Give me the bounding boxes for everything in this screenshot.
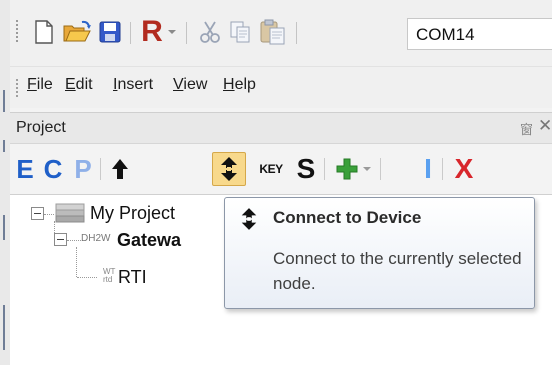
edge-mark [3,140,5,152]
main-toolbar: R COM14 [10,0,552,66]
edge-mark [3,90,5,112]
application-window: R COM14 File Edit Insert View Help Proje… [10,0,552,365]
menu-bar: File Edit Insert View Help [10,66,552,108]
floppy-disk-icon [99,21,121,43]
move-up-button[interactable] [106,152,134,186]
node-tag-line: rtd [103,275,113,284]
toolbar-grip[interactable] [16,20,18,44]
menu-help[interactable]: Help [223,76,256,94]
clipboard-icon [260,19,285,45]
new-file-button[interactable] [32,18,56,46]
pin-icon[interactable]: 窗 [520,119,533,138]
toolbar-separator [296,22,297,44]
c-button[interactable]: C [40,152,66,186]
panel-title: Project [16,119,66,136]
toolbar-separator [100,158,101,180]
r-button-label: R [141,15,163,48]
gateway-tag: DH2W [81,233,111,244]
node-tag: WT rtd [103,268,115,284]
arrow-up-icon [112,159,128,179]
paste-button [258,18,288,46]
p-button[interactable]: P [70,152,96,186]
edge-mark [3,305,5,350]
toolbar-separator [130,22,131,44]
connect-tooltip: Connect to Device Connect to the current… [224,197,535,309]
project-database-icon [54,202,86,228]
toolbar-separator [380,158,381,180]
tree-connector [44,214,54,215]
copy-button [226,18,254,46]
menu-view[interactable]: View [173,76,207,94]
tree-connector [76,247,77,277]
chevron-down-icon [363,167,371,171]
tree-item-gateway[interactable]: Gatewa [117,230,181,251]
chevron-down-icon [168,30,176,34]
tooltip-title: Connect to Device [273,208,422,227]
plus-icon [336,158,358,180]
cut-button [196,18,224,46]
key-button[interactable]: KEY [251,152,291,186]
add-button[interactable] [332,152,362,186]
delete-button[interactable]: X [450,152,478,186]
scissors-icon [200,21,220,43]
toolbar-separator [186,22,187,44]
toolbar-separator [442,158,443,180]
menu-edit[interactable]: Edit [65,76,93,94]
collapse-root-toggle[interactable] [31,207,44,220]
e-button[interactable]: E [12,152,38,186]
add-dropdown-button[interactable] [361,152,373,186]
connect-arrows-icon [221,157,237,181]
menu-insert[interactable]: Insert [113,76,153,94]
r-button[interactable]: R [140,15,164,48]
new-document-icon [35,20,53,44]
project-panel-header: Project 窗 ✕ [10,112,552,144]
tree-item-root[interactable]: My Project [90,203,175,224]
connect-arrows-icon [239,207,259,235]
menubar-grip[interactable] [16,79,18,97]
left-edge-strip [0,0,10,365]
tree-connector [77,277,97,278]
menu-file[interactable]: File [27,76,53,94]
edge-mark [3,215,5,240]
toolbar-separator [324,158,325,180]
tooltip-body: Connect to the currently selected node. [273,249,522,293]
r-dropdown-button[interactable] [166,18,178,46]
open-folder-icon [63,20,91,42]
save-button[interactable] [96,18,124,46]
port-selector[interactable]: COM14 [407,18,552,50]
tree-item-node[interactable]: RTI [118,267,147,288]
copy-icon [230,21,250,43]
i-button[interactable]: I [420,152,436,186]
open-file-button[interactable] [62,18,92,46]
close-icon[interactable]: ✕ [538,116,552,136]
s-button[interactable]: S [294,152,318,186]
connect-to-device-button[interactable] [212,152,246,186]
project-toolbar: E C P KEY S I X [10,144,552,194]
collapse-gateway-toggle[interactable] [54,233,67,246]
